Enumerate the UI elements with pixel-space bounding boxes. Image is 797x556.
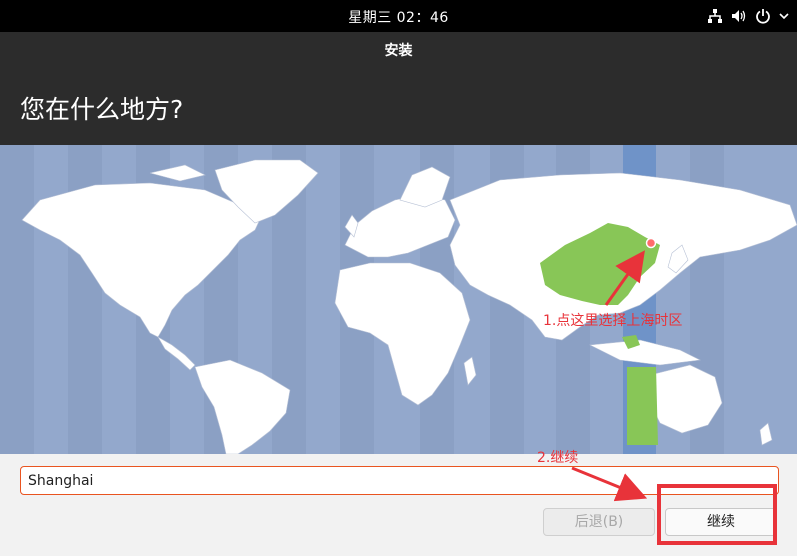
window-title: 安装 bbox=[384, 43, 413, 59]
timezone-map[interactable] bbox=[0, 145, 797, 454]
annotation-step1: 1.点这里选择上海时区 bbox=[543, 313, 683, 329]
chevron-down-icon[interactable] bbox=[779, 8, 789, 24]
annotation-highlight-box bbox=[657, 484, 777, 545]
back-button[interactable]: 后退(B) bbox=[543, 508, 655, 536]
volume-icon[interactable] bbox=[731, 8, 747, 24]
window-header: 安装 您在什么地方? bbox=[0, 32, 797, 145]
system-tray[interactable] bbox=[707, 6, 789, 26]
top-bar: 星期三 02：46 bbox=[0, 0, 797, 32]
network-icon[interactable] bbox=[707, 8, 723, 24]
page-title: 您在什么地方? bbox=[20, 95, 184, 124]
annotation-step2: 2.继续 bbox=[537, 450, 579, 466]
power-icon[interactable] bbox=[755, 8, 771, 24]
clock[interactable]: 星期三 02：46 bbox=[0, 7, 797, 27]
pin-icon bbox=[645, 237, 657, 249]
